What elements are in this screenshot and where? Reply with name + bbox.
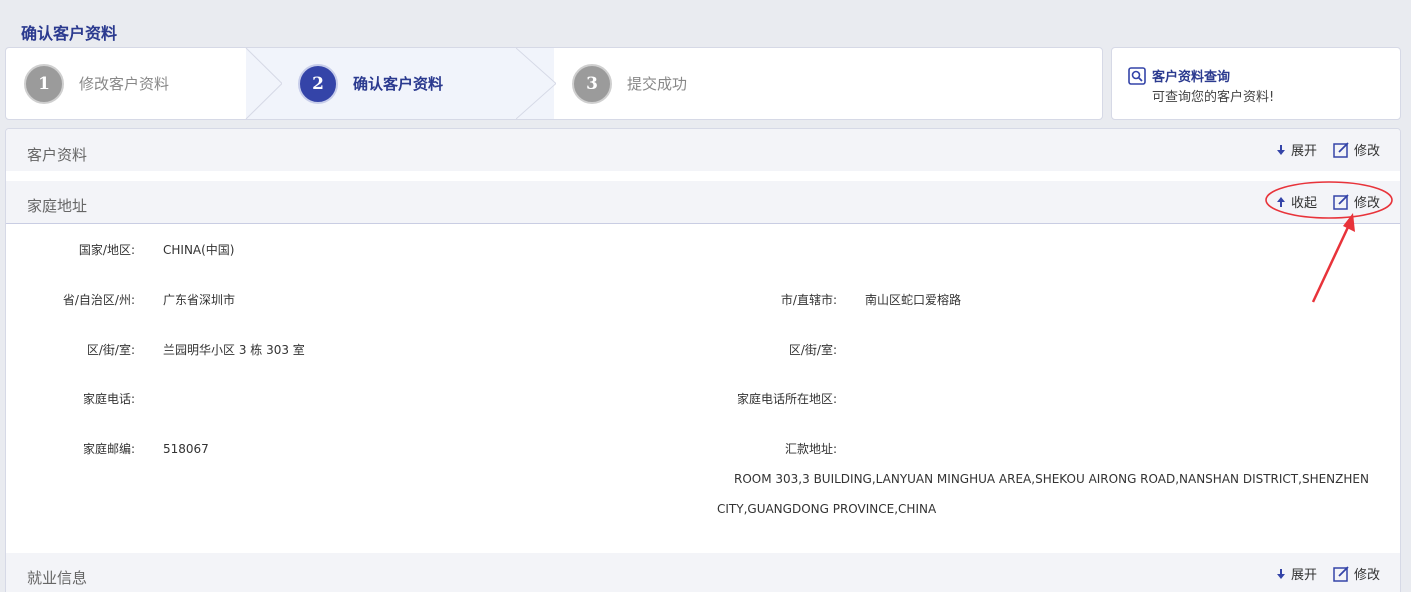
section-title: 就业信息 [27, 569, 88, 587]
district-label: 区/街/室: [86, 343, 135, 357]
expand-button[interactable]: 展开 [1276, 564, 1317, 583]
expand-label: 展开 [1290, 144, 1317, 159]
edit-icon [1333, 565, 1349, 582]
collapse-button[interactable]: 收起 [1276, 192, 1317, 211]
section-title: 客户资料 [27, 146, 88, 164]
page-title: 确认客户资料 [21, 24, 118, 43]
postcode-value: 518067 [163, 442, 209, 456]
step-separator-icon [245, 48, 282, 119]
edit-button[interactable]: 修改 [1333, 564, 1380, 583]
edit-label: 修改 [1353, 144, 1380, 159]
city-label: 市/直辖市: [780, 293, 837, 307]
progress-stepper: 1 修改客户资料 2 确认客户资料 3 提交成功 [5, 47, 1103, 120]
step-label: 提交成功 [627, 75, 688, 93]
step-1: 1 修改客户资料 [24, 48, 169, 119]
city-value: 南山区蛇口爱榕路 [865, 293, 962, 307]
step-separator-icon [516, 48, 556, 119]
step-label: 确认客户资料 [353, 75, 444, 93]
query-subtitle: 可查询您的客户资料! [1152, 90, 1275, 105]
postcode-label: 家庭邮编: [82, 442, 135, 456]
expand-label: 展开 [1290, 568, 1317, 583]
arrow-up-icon [1276, 196, 1285, 207]
collapse-label: 收起 [1290, 196, 1317, 211]
search-icon [1128, 67, 1146, 85]
province-label: 省/自治区/州: [62, 293, 135, 307]
edit-button[interactable]: 修改 [1333, 192, 1380, 211]
edit-label: 修改 [1353, 568, 1380, 583]
step-2: 2 确认客户资料 [298, 48, 443, 119]
section-employment-header: 就业信息 展开 修改 [6, 553, 1400, 592]
edit-icon [1333, 193, 1349, 210]
remit-address-label: 汇款地址: [784, 442, 837, 456]
query-title-link[interactable]: 客户资料查询 [1152, 66, 1230, 85]
step-label: 修改客户资料 [79, 75, 170, 93]
step-3: 3 提交成功 [572, 48, 687, 119]
remit-address-line: ROOM 303,3 BUILDING,LANYUAN MINGHUA AREA… [734, 472, 1369, 486]
edit-label: 修改 [1353, 196, 1380, 211]
edit-icon [1333, 141, 1349, 158]
province-value: 广东省深圳市 [163, 293, 236, 307]
customer-query-card[interactable]: 客户资料查询 可查询您的客户资料! [1111, 47, 1401, 120]
home-phone-label: 家庭电话: [82, 392, 135, 406]
arrow-down-icon [1276, 144, 1285, 155]
edit-button[interactable]: 修改 [1333, 140, 1380, 159]
section-divider [6, 223, 1400, 224]
district2-label: 区/街/室: [788, 343, 837, 357]
customer-info-panel: 客户资料 展开 修改 家庭地址 收起 修改 国家/地区: CHINA(中国) 省… [5, 128, 1401, 592]
section-customer-header: 客户资料 展开 修改 [6, 129, 1400, 171]
remit-address-line: CITY,GUANGDONG PROVINCE,CHINA [717, 502, 937, 516]
country-label: 国家/地区: [78, 243, 135, 257]
country-value: CHINA(中国) [163, 243, 235, 257]
step-number: 3 [572, 63, 612, 104]
step-number: 2 [298, 63, 338, 104]
expand-button[interactable]: 展开 [1276, 140, 1317, 159]
section-title: 家庭地址 [27, 197, 88, 215]
section-home-address-header: 家庭地址 收起 修改 [6, 181, 1400, 223]
step-number: 1 [24, 63, 64, 104]
arrow-down-icon [1276, 568, 1285, 579]
district-value: 兰园明华小区 3 栋 303 室 [163, 343, 305, 357]
home-phone-region-label: 家庭电话所在地区: [736, 392, 837, 406]
